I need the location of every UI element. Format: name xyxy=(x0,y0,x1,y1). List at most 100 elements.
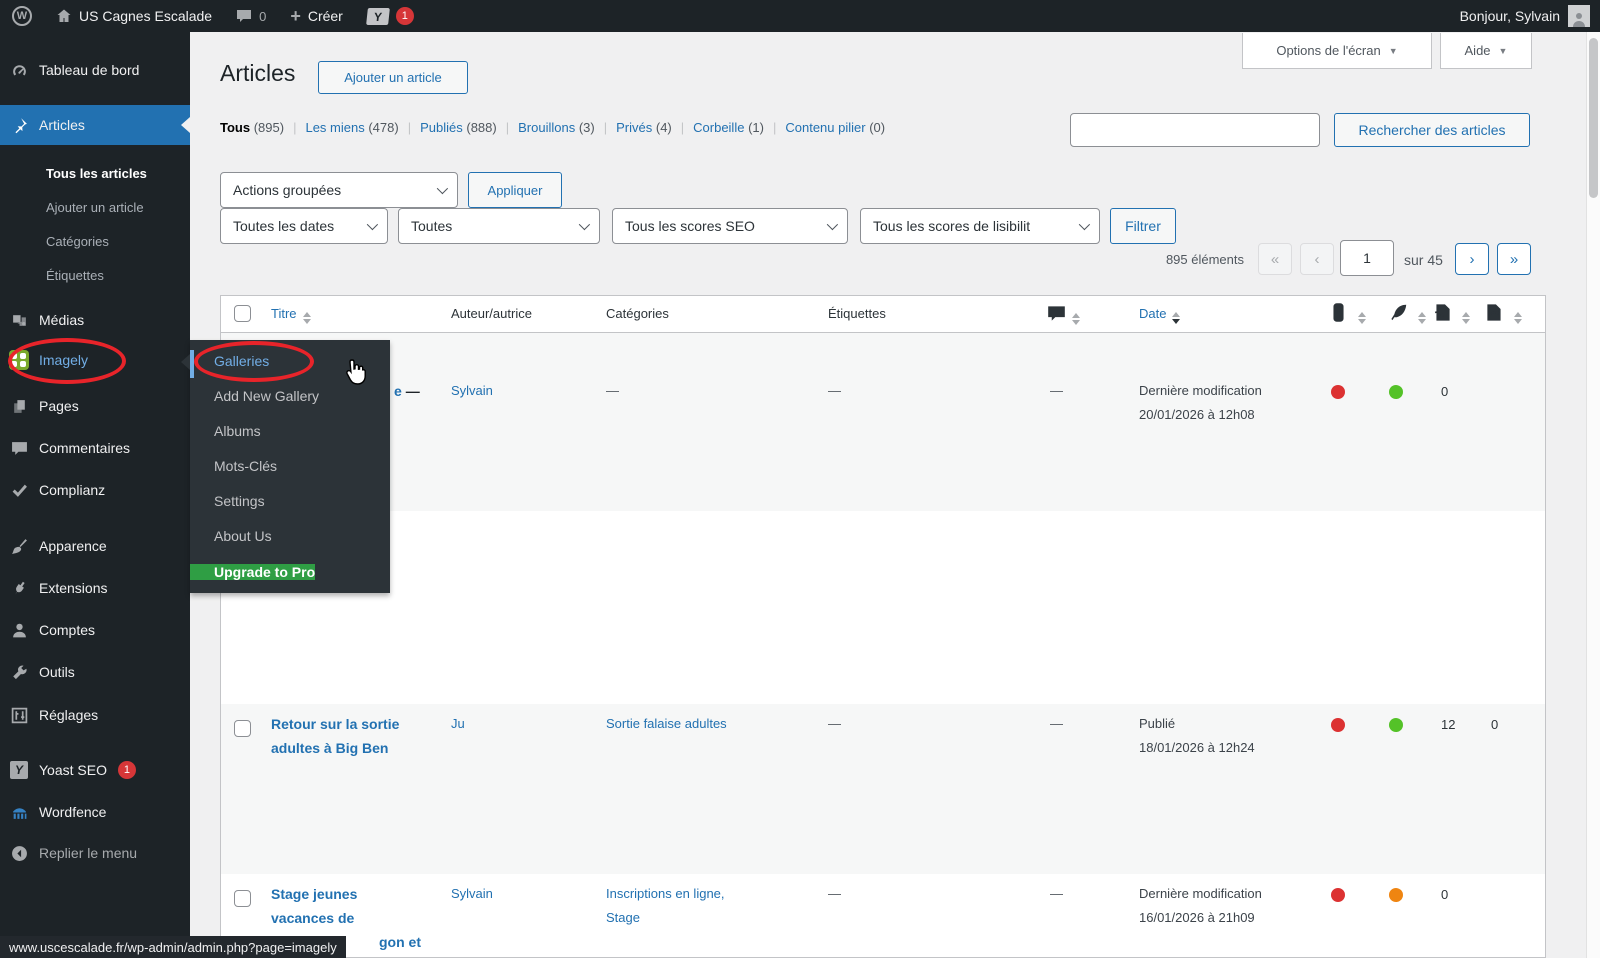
submenu-item-all-posts[interactable]: Tous les articles xyxy=(0,157,190,191)
column-header-readability-score[interactable] xyxy=(1389,303,1426,325)
new-content-menu[interactable]: + Créer xyxy=(278,0,355,32)
scrollbar-thumb[interactable] xyxy=(1589,38,1598,198)
column-header-categories: Catégories xyxy=(606,306,669,321)
post-author-link[interactable]: Sylvain xyxy=(451,379,493,403)
sidebar-item-plugins[interactable]: Extensions xyxy=(0,571,190,605)
filter-all[interactable]: Tous (895) xyxy=(220,120,305,135)
sidebar-item-collapse-menu[interactable]: Replier le menu xyxy=(0,836,190,870)
plugin-icon xyxy=(10,579,28,597)
flyout-item-about-us[interactable]: About Us xyxy=(190,519,390,554)
sidebar-item-label: Comptes xyxy=(39,622,96,638)
screen-options-label: Options de l'écran xyxy=(1276,43,1381,58)
search-posts-button[interactable]: Rechercher des articles xyxy=(1334,113,1530,147)
filter-cornerstone[interactable]: Contenu pilier (0) xyxy=(785,120,885,135)
comments-menu[interactable]: 0 xyxy=(224,0,278,32)
post-title-link[interactable]: Retour sur la sortie adultes à Big Ben xyxy=(271,712,411,760)
post-row: Stage jeunes vacances de gon et Sylvain I… xyxy=(221,874,1545,958)
bulk-actions-value: Actions groupées xyxy=(233,182,342,198)
previous-page-button: ‹ xyxy=(1300,243,1334,275)
column-header-comments[interactable] xyxy=(1047,304,1080,326)
filter-published[interactable]: Publiés (888) xyxy=(420,120,518,135)
sidebar-item-appearance[interactable]: Apparence xyxy=(0,529,190,563)
flyout-item-albums[interactable]: Albums xyxy=(190,414,390,449)
seo-scores-filter-select[interactable]: Tous les scores SEO xyxy=(612,208,848,244)
sidebar-item-label: Tableau de bord xyxy=(39,62,140,78)
seo-scores-filter-value: Tous les scores SEO xyxy=(625,218,755,234)
comments-count: 0 xyxy=(259,8,267,24)
help-tab[interactable]: Aide ▼ xyxy=(1440,33,1532,69)
filter-private[interactable]: Privés (4) xyxy=(616,120,693,135)
flyout-item-mots-cles[interactable]: Mots-Clés xyxy=(190,449,390,484)
categories-filter-select[interactable]: Toutes xyxy=(398,208,600,244)
bulk-actions-select[interactable]: Actions groupées xyxy=(220,172,458,208)
sliders-icon xyxy=(10,706,28,724)
column-header-date[interactable]: Date xyxy=(1139,306,1181,324)
search-input[interactable] xyxy=(1070,113,1320,147)
sidebar-item-media[interactable]: Médias xyxy=(0,303,190,337)
sidebar-item-imagely[interactable]: Imagely xyxy=(0,343,190,377)
dates-filter-select[interactable]: Toutes les dates xyxy=(220,208,388,244)
sidebar-item-users[interactable]: Comptes xyxy=(0,613,190,647)
submenu-item-categories[interactable]: Catégories xyxy=(0,225,190,259)
post-date: Publié 18/01/2026 à 12h24 xyxy=(1139,716,1255,755)
pages-icon xyxy=(10,397,28,415)
post-title-link[interactable]: Stage jeunes vacances de xyxy=(271,882,421,930)
sidebar-item-label: Articles xyxy=(39,117,85,133)
sidebar-item-articles[interactable]: Articles xyxy=(0,105,190,145)
sidebar-item-pages[interactable]: Pages xyxy=(0,389,190,423)
yoast-admin-menu[interactable]: Y 1 xyxy=(355,0,426,32)
last-page-button[interactable]: » xyxy=(1497,243,1531,275)
post-title-link-fragment[interactable]: gon et xyxy=(379,930,421,954)
post-comments: — xyxy=(1050,716,1063,731)
apply-button[interactable]: Appliquer xyxy=(468,172,562,208)
chevron-down-icon xyxy=(366,218,379,231)
submenu-item-add-post[interactable]: Ajouter un article xyxy=(0,191,190,225)
flyout-item-add-new-gallery[interactable]: Add New Gallery xyxy=(190,379,390,414)
post-title-link[interactable]: e — xyxy=(394,379,420,403)
add-post-button[interactable]: Ajouter un article xyxy=(318,61,468,94)
yoast-sidebar-badge: 1 xyxy=(117,761,136,779)
user-icon xyxy=(10,621,28,639)
imagely-flyout-menu: Galleries Add New Gallery Albums Mots-Cl… xyxy=(190,340,390,593)
chevron-down-icon: ▼ xyxy=(1388,45,1398,56)
page-scrollbar[interactable] xyxy=(1586,32,1600,958)
next-page-button[interactable]: › xyxy=(1455,243,1489,275)
row-checkbox[interactable] xyxy=(234,890,251,907)
current-page-input[interactable] xyxy=(1340,240,1394,276)
post-author-link[interactable]: Ju xyxy=(451,712,465,736)
post-author-link[interactable]: Sylvain xyxy=(451,882,493,906)
filter-button[interactable]: Filtrer xyxy=(1110,208,1176,244)
sidebar-item-dashboard[interactable]: Tableau de bord xyxy=(0,53,190,87)
select-all-checkbox[interactable] xyxy=(234,305,251,322)
post-categories[interactable]: Sortie falaise adultes xyxy=(606,712,727,736)
post-categories: — xyxy=(606,383,619,398)
column-header-title[interactable]: Titre xyxy=(271,306,311,324)
readability-scores-filter-select[interactable]: Tous les scores de lisibilit xyxy=(860,208,1100,244)
sidebar-item-complianz[interactable]: Complianz xyxy=(0,473,190,507)
account-menu[interactable]: Bonjour, Sylvain xyxy=(1460,5,1600,27)
flyout-item-upgrade-to-pro[interactable]: Upgrade to Pro xyxy=(190,564,316,580)
sidebar-item-tools[interactable]: Outils xyxy=(0,655,190,689)
flyout-item-settings[interactable]: Settings xyxy=(190,484,390,519)
filter-drafts[interactable]: Brouillons (3) xyxy=(518,120,616,135)
row-checkbox[interactable] xyxy=(234,720,251,737)
sidebar-item-comments[interactable]: Commentaires xyxy=(0,431,190,465)
posts-table: Titre Auteur/autrice Catégories Étiquett… xyxy=(220,295,1546,958)
post-categories[interactable]: Inscriptions en ligne, Stage xyxy=(606,882,725,930)
first-page-button: « xyxy=(1258,243,1292,275)
column-header-outgoing-internal-links[interactable] xyxy=(1433,303,1470,325)
sidebar-item-label: Médias xyxy=(39,312,85,328)
submenu-item-tags[interactable]: Étiquettes xyxy=(0,259,190,293)
sidebar-item-wordfence[interactable]: Wordfence xyxy=(0,795,190,829)
screen-options-tab[interactable]: Options de l'écran ▼ xyxy=(1242,33,1432,69)
sidebar-item-yoast-seo[interactable]: Y Yoast SEO 1 xyxy=(0,753,190,787)
post-comments: — xyxy=(1050,383,1063,398)
column-header-incoming-internal-links[interactable] xyxy=(1485,303,1522,325)
flyout-item-galleries[interactable]: Galleries xyxy=(190,344,390,379)
column-header-seo-score[interactable] xyxy=(1329,303,1366,325)
filter-mine[interactable]: Les miens (478) xyxy=(305,120,420,135)
site-menu[interactable]: US Cagnes Escalade xyxy=(44,0,224,32)
wp-logo-menu[interactable]: W xyxy=(0,0,44,32)
sidebar-item-settings[interactable]: Réglages xyxy=(0,698,190,732)
filter-trash[interactable]: Corbeille (1) xyxy=(693,120,785,135)
